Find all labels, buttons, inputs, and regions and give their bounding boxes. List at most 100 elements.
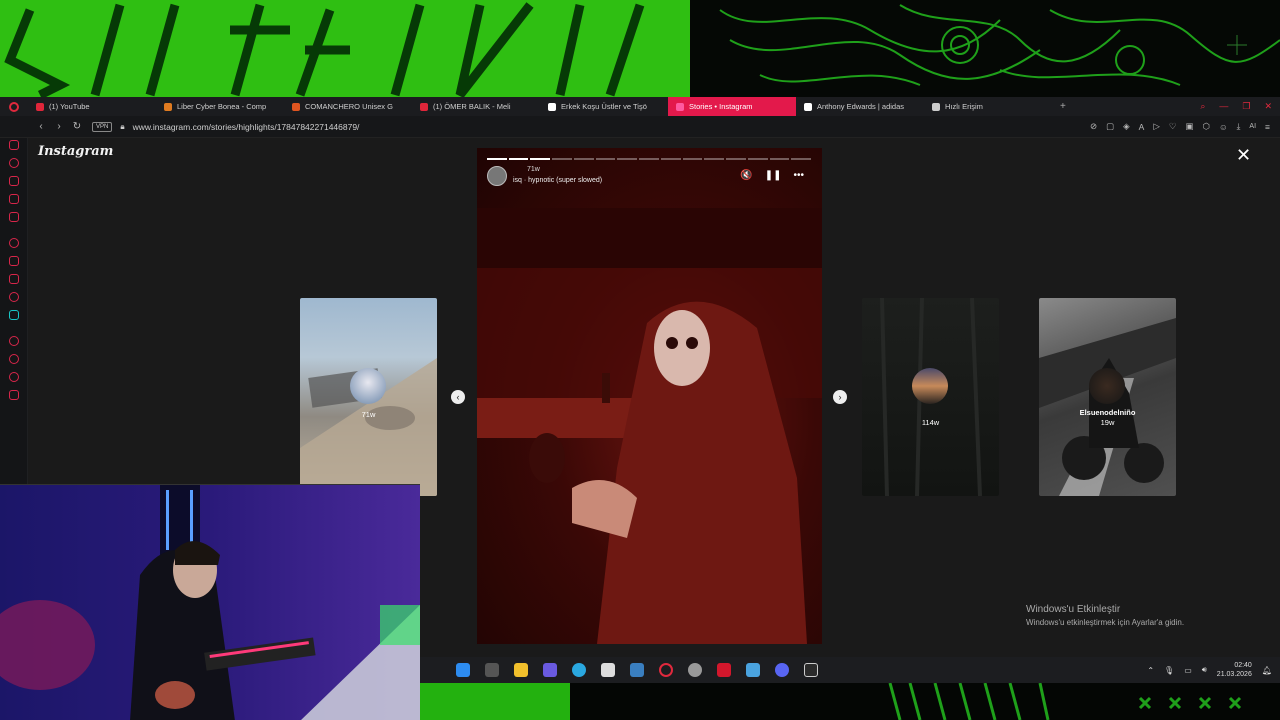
sidebar-whatsapp-icon[interactable] (8, 292, 19, 302)
tab-favicon-icon (420, 102, 428, 111)
thumb-username: Elsuenodelniño (1079, 408, 1136, 417)
browser-tab[interactable]: (1) YouTube (28, 97, 156, 116)
shield-icon[interactable]: ◈ (1123, 121, 1130, 132)
progress-segment (617, 158, 638, 160)
sidebar-more-icon[interactable] (8, 390, 19, 400)
new-tab-button[interactable]: + (1052, 101, 1074, 112)
obs-icon[interactable] (804, 663, 818, 677)
browser-tab[interactable]: Hızlı Erişim (924, 97, 1052, 116)
back-button[interactable]: ‹ (32, 121, 50, 132)
browser-tab[interactable]: COMANCHERO Unisex G (284, 97, 412, 116)
close-window-button[interactable]: ✕ (1264, 101, 1272, 112)
sidebar-player-icon[interactable] (8, 212, 19, 222)
riot-icon[interactable] (717, 663, 731, 677)
lock-icon[interactable]: 🔒︎ (120, 122, 124, 132)
progress-segment (639, 158, 659, 160)
activation-title: Windows'u Etkinleştir (1026, 604, 1121, 615)
launcher-icon[interactable] (746, 663, 760, 677)
task-view-icon[interactable] (485, 663, 499, 677)
play-icon[interactable]: ▷ (1153, 121, 1160, 132)
system-clock[interactable]: 02:40 21.03.2026 (1217, 661, 1252, 679)
pause-icon[interactable]: ❚❚ (765, 170, 782, 181)
browser-tab[interactable]: Erkek Koşu Üstler ve Tişö (540, 97, 668, 116)
reload-button[interactable]: ↻ (68, 121, 86, 132)
sidebar-feed-icon[interactable] (8, 194, 19, 204)
previous-story-button[interactable]: ‹ (451, 390, 465, 404)
progress-segment (508, 158, 529, 160)
toolbar-icons: ⊘ ▢ ◈ A ▷ ♡ ▣ ⬡ ☺ ⤓ AI ≡ (1090, 121, 1280, 132)
sidebar-alarm-icon[interactable] (8, 336, 19, 346)
start-menu-icon[interactable] (456, 663, 470, 677)
extension-icon[interactable]: ▣ (1186, 121, 1194, 132)
chrome-icon[interactable] (688, 663, 702, 677)
sidebar-aria-icon[interactable] (8, 176, 19, 186)
profile-icon[interactable]: ☺ (1219, 122, 1228, 132)
sidebar-workspace-icon[interactable] (8, 310, 19, 320)
progress-segment (487, 158, 507, 160)
teams-icon[interactable] (543, 663, 557, 677)
browser-tab[interactable]: Anthony Edwards | adidas (796, 97, 924, 116)
translate-icon[interactable]: A (1139, 122, 1145, 132)
tab-favicon-icon (932, 102, 940, 111)
progress-segment (595, 158, 616, 160)
ai-button[interactable]: AI (1249, 123, 1256, 130)
sidebar-chat-icon[interactable] (8, 274, 19, 284)
download-icon[interactable]: ⤓ (1237, 121, 1241, 132)
stream-banner (0, 0, 1280, 97)
sidebar-settings-icon[interactable] (8, 372, 19, 382)
story-viewer[interactable]: 71w isq · hypnotic (super slowed) 🔇 ❚❚ •… (477, 148, 822, 644)
progress-segment (704, 158, 725, 160)
steam-icon[interactable] (630, 663, 644, 677)
network-icon[interactable]: ▭ (1184, 666, 1192, 675)
opera-taskbar-icon[interactable] (659, 663, 673, 677)
url-field[interactable]: www.instagram.com/stories/highlights/178… (133, 122, 360, 132)
story-controls: 🔇 ❚❚ ••• (740, 170, 804, 181)
vpn-badge[interactable]: VPN (92, 121, 113, 132)
progress-segment (747, 158, 768, 160)
sidebar-home-icon[interactable] (8, 140, 19, 150)
close-stories-button[interactable]: ✕ (1236, 146, 1251, 164)
progress-segment (660, 158, 681, 160)
story-music[interactable]: isq · hypnotic (super slowed) (513, 177, 602, 184)
microphone-icon[interactable]: 🎙︎ (1164, 666, 1174, 675)
sidebar-instagram-icon[interactable] (8, 238, 19, 248)
edge-icon[interactable] (572, 663, 586, 677)
more-options-icon[interactable]: ••• (793, 170, 804, 181)
store-icon[interactable] (601, 663, 615, 677)
opera-menu-button[interactable] (0, 97, 28, 116)
instagram-logo[interactable]: Instagram (38, 144, 113, 159)
browser-tab[interactable]: Liber Cyber Bonea - Comp (156, 97, 284, 116)
window-controls: ⌕ — ❐ ✕ (1200, 101, 1280, 112)
sidebar-history-icon[interactable] (8, 158, 19, 168)
browser-tab[interactable]: Stories • Instagram (668, 97, 796, 116)
story-thumb-previous[interactable]: 71w (300, 298, 437, 496)
maximize-button[interactable]: ❐ (1242, 101, 1250, 112)
sidebar-messenger-icon[interactable] (8, 256, 19, 266)
tray-chevron-icon[interactable]: ⌃ (1147, 666, 1154, 675)
snapshot-icon[interactable]: ▢ (1106, 121, 1114, 132)
minimize-button[interactable]: — (1219, 101, 1228, 112)
menu-icon[interactable]: ≡ (1265, 122, 1270, 132)
next-story-button[interactable]: › (833, 390, 847, 404)
search-tabs-icon[interactable]: ⌕ (1200, 101, 1205, 112)
tab-label: Stories • Instagram (689, 102, 753, 111)
volume-icon[interactable]: 🔊︎ (1202, 665, 1207, 675)
thumb-time: 19w (1100, 418, 1115, 427)
tab-label: Erkek Koşu Üstler ve Tişö (561, 102, 647, 111)
story-avatar[interactable] (487, 166, 507, 186)
story-header: 71w isq · hypnotic (super slowed) 🔇 ❚❚ •… (487, 166, 812, 186)
tab-label: Anthony Edwards | adidas (817, 102, 905, 111)
browser-tab[interactable]: (1) ÖMER BALIK - Meli (412, 97, 540, 116)
story-thumb-elsuenodelnino[interactable]: Elsuenodelniño 19w (1039, 298, 1176, 496)
sidebar-clock-icon[interactable] (8, 354, 19, 364)
cube-icon[interactable]: ⬡ (1203, 121, 1210, 132)
mute-icon[interactable]: 🔇 (740, 170, 752, 181)
story-thumb-next[interactable]: 114w (862, 298, 999, 496)
heart-icon[interactable]: ♡ (1169, 121, 1177, 132)
file-explorer-icon[interactable] (514, 663, 528, 677)
discord-icon[interactable] (775, 663, 789, 677)
forward-button[interactable]: › (50, 121, 68, 132)
progress-segment (682, 158, 703, 160)
adblock-icon[interactable]: ⊘ (1090, 121, 1097, 132)
notification-icon[interactable]: 🔔︎ (1262, 666, 1272, 675)
